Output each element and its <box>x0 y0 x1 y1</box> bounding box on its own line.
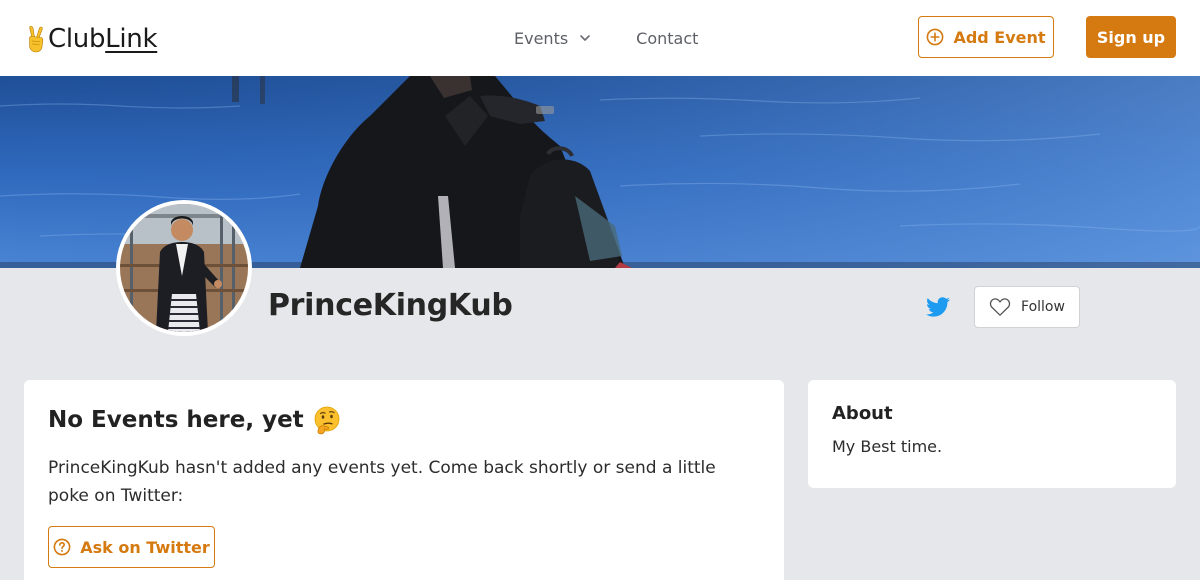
events-title-text: No Events here, yet <box>48 407 304 433</box>
plus-circle-icon <box>927 28 944 46</box>
no-events-message: PrinceKingKub hasn't added any events ye… <box>48 458 716 506</box>
nav-events-label: Events <box>514 28 569 48</box>
about-heading: About <box>832 403 893 424</box>
logo-text-club: Club <box>48 24 106 54</box>
profile-name: PrinceKingKub <box>268 288 513 323</box>
nav-contact-label: Contact <box>636 28 699 48</box>
twitter-profile-link[interactable] <box>924 294 952 320</box>
ask-on-twitter-button[interactable]: Ask on Twitter <box>48 526 215 568</box>
ask-on-twitter-label: Ask on Twitter <box>80 537 210 557</box>
sign-up-button[interactable]: Sign up <box>1086 16 1176 58</box>
add-event-label: Add Event <box>953 27 1046 47</box>
add-event-button[interactable]: Add Event <box>918 16 1054 58</box>
victory-hand-icon <box>29 26 44 53</box>
about-text: My Best time. <box>832 437 943 456</box>
avatar-photo <box>120 204 248 332</box>
about-card: About My Best time. <box>808 380 1176 488</box>
follow-label: Follow <box>1021 299 1065 315</box>
logo-text-link: Link <box>105 24 158 54</box>
thinking-face-icon <box>314 406 340 435</box>
events-card: No Events here, yet PrinceKingKub hasn't… <box>24 380 784 580</box>
sign-up-label: Sign up <box>1096 27 1166 47</box>
heart-icon <box>989 298 1011 316</box>
twitter-bird-icon <box>926 297 950 317</box>
main-nav: Events Contact <box>514 0 698 76</box>
site-header: Club Link Events Contact Add Event Sign … <box>0 0 1200 76</box>
nav-contact-link[interactable]: Contact <box>636 29 698 48</box>
chevron-down-icon <box>580 35 590 41</box>
clublink-logo[interactable]: Club Link <box>26 20 158 58</box>
nav-events-dropdown[interactable]: Events <box>514 29 592 48</box>
profile-avatar <box>116 200 252 336</box>
question-circle-icon <box>53 538 71 556</box>
follow-button[interactable]: Follow <box>974 286 1080 328</box>
events-heading: No Events here, yet <box>48 404 760 436</box>
